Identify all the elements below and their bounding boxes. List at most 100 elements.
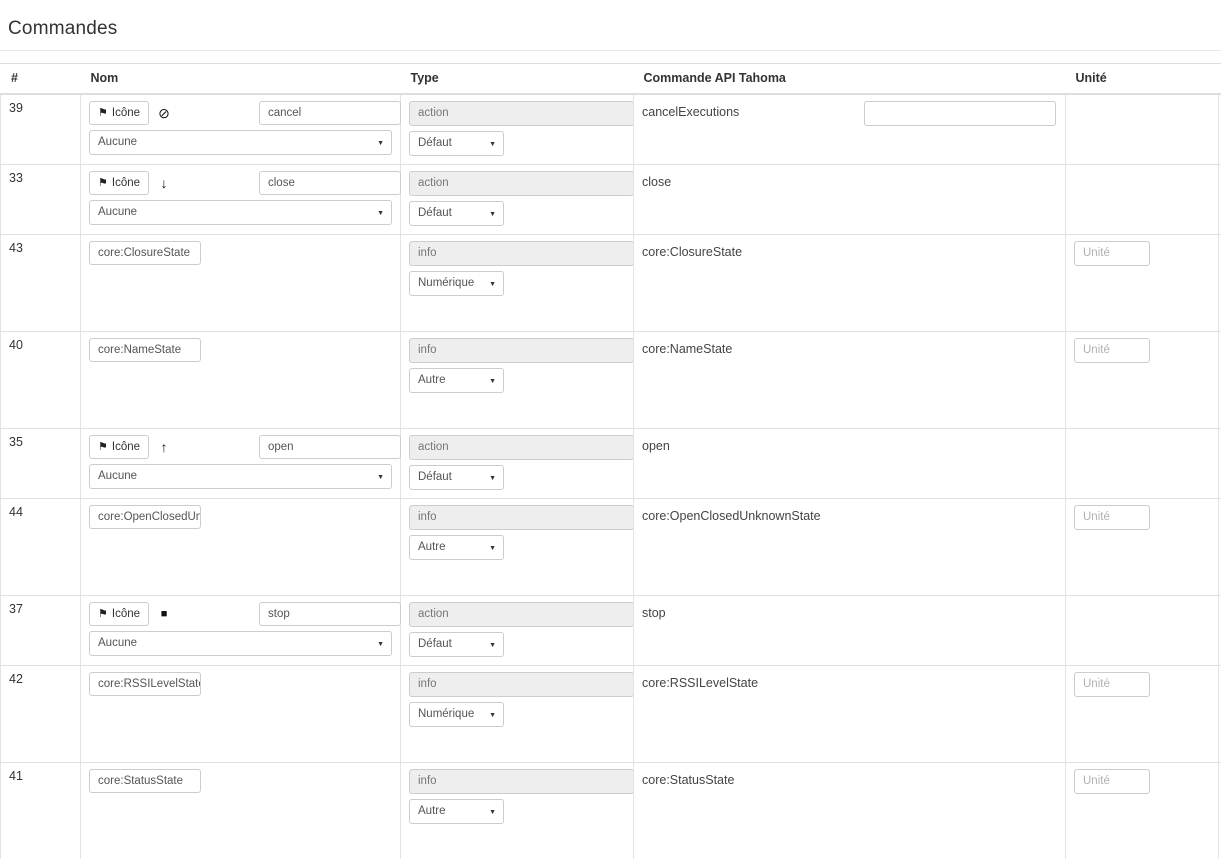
api-command-row: core:ClosureState: [642, 241, 1057, 266]
unit-input[interactable]: Unité: [1074, 672, 1150, 697]
linked-state-select[interactable]: Aucune: [89, 200, 392, 225]
table-row: 33 ⚑Icône ↓ close Aucune action Défaut close: [0, 164, 1221, 235]
flag-icon: ⚑: [98, 106, 108, 119]
commands-page: Commandes # Nom Type Commande API Tahoma…: [0, 0, 1221, 859]
row-id: 44: [0, 498, 81, 596]
subtype-select[interactable]: Autre: [409, 799, 504, 824]
table-row: 41 core:StatusState info Autre core:StatusSt…: [0, 762, 1221, 859]
type-cell: info Autre: [400, 331, 634, 429]
subtype-select[interactable]: Défaut: [409, 632, 504, 657]
icone-button[interactable]: ⚑ Icône: [89, 435, 150, 459]
name-cell: ⚑ Icône ⊘ cancel Aucune: [80, 94, 401, 165]
name-row-secondary: Aucune: [89, 130, 392, 155]
name-input[interactable]: close: [259, 171, 401, 195]
api-parameter-input[interactable]: [864, 101, 1056, 126]
name-cell: core:OpenClosedUnk: [80, 498, 401, 596]
subtype-select[interactable]: Autre: [409, 535, 504, 560]
api-command-row: close: [642, 171, 1057, 196]
ban-icon: ⊘: [158, 105, 170, 121]
type-cell: action Défaut: [400, 428, 634, 499]
name-row-primary: core:NameState: [89, 338, 401, 362]
icone-button[interactable]: ⚑ Icône: [89, 101, 150, 125]
type-readonly-field: action: [409, 171, 634, 196]
unit-input[interactable]: Unité: [1074, 338, 1150, 363]
name-row-primary: ⚑ Icône ■ stop: [89, 602, 401, 626]
row-id: 39: [0, 94, 81, 165]
type-readonly-field: action: [409, 101, 634, 126]
api-command-row: core:RSSILevelState: [642, 672, 1057, 697]
type-readonly-field: info: [409, 338, 634, 363]
column-header-unite: Unité: [1065, 63, 1219, 95]
name-input[interactable]: cancel: [259, 101, 401, 125]
table-row: 35 ⚑Icône ↑ open Aucune action Défaut open: [0, 428, 1221, 499]
icone-button[interactable]: ⚑ Icône: [89, 602, 150, 626]
row-id: 37: [0, 595, 81, 666]
icone-button[interactable]: ⚑ Icône: [89, 171, 150, 195]
name-row-primary: core:StatusState: [89, 769, 401, 793]
icone-button-label: Icône: [111, 177, 141, 189]
row-id: 41: [0, 762, 81, 859]
api-command-label: core:RSSILevelState: [642, 676, 759, 690]
api-command-label: core:StatusState: [642, 773, 735, 787]
type-cell: action Défaut: [400, 94, 634, 165]
api-command-label: close: [642, 175, 672, 189]
unit-input[interactable]: Unité: [1074, 769, 1150, 794]
name-row-primary: ⚑ Icône ↓ close: [89, 171, 401, 195]
unit-cell: Unité: [1065, 665, 1219, 763]
api-command-label: stop: [642, 606, 666, 620]
name-input[interactable]: open: [259, 435, 401, 459]
subtype-row: Numérique: [409, 702, 625, 727]
type-cell: action Défaut: [400, 164, 634, 235]
unit-cell: Unité: [1065, 762, 1219, 859]
unit-cell: Unité: [1065, 498, 1219, 596]
linked-state-select[interactable]: Aucune: [89, 464, 392, 489]
subtype-row: Autre: [409, 368, 625, 393]
name-cell: core:ClosureState: [80, 234, 401, 332]
type-readonly-field: info: [409, 672, 634, 697]
icone-button-label: Icône: [111, 441, 141, 453]
type-cell: info Numérique: [400, 665, 634, 763]
table-row: 37 ⚑Icône ■ stop Aucune action Défaut stop: [0, 595, 1221, 666]
linked-state-select[interactable]: Aucune: [89, 130, 392, 155]
name-row-primary: core:OpenClosedUnk: [89, 505, 401, 529]
row-id: 40: [0, 331, 81, 429]
table-header-row: # Nom Type Commande API Tahoma Unité Par…: [0, 63, 1221, 95]
page-title: Commandes: [8, 18, 118, 39]
name-input[interactable]: core:StatusState: [89, 769, 201, 793]
subtype-select[interactable]: Numérique: [409, 271, 504, 296]
icone-button-label: Icône: [111, 608, 141, 620]
api-command-cell: core:OpenClosedUnknownState: [633, 498, 1066, 596]
subtype-select[interactable]: Défaut: [409, 131, 504, 156]
linked-state-select[interactable]: Aucune: [89, 631, 392, 656]
name-input[interactable]: core:OpenClosedUnk: [89, 505, 201, 529]
api-command-cell: core:RSSILevelState: [633, 665, 1066, 763]
table-row: 39 ⚑Icône ⊘ cancel Aucune action Défaut cancelE…: [0, 94, 1221, 165]
api-command-cell: core:NameState: [633, 331, 1066, 429]
name-input[interactable]: core:ClosureState: [89, 241, 201, 265]
subtype-select[interactable]: Autre: [409, 368, 504, 393]
table-row: 44 core:OpenClosedUnk info Autre core:OpenCl…: [0, 498, 1221, 596]
unit-cell: Unité: [1065, 234, 1219, 332]
name-cell: ⚑ Icône ■ stop Aucune: [80, 595, 401, 666]
subtype-select[interactable]: Défaut: [409, 465, 504, 490]
subtype-select[interactable]: Numérique: [409, 702, 504, 727]
api-command-row: core:OpenClosedUnknownState: [642, 505, 1057, 530]
name-input[interactable]: core:RSSILevelState: [89, 672, 201, 696]
subtype-select[interactable]: Défaut: [409, 201, 504, 226]
flag-icon: ⚑: [98, 176, 108, 189]
api-command-row: core:StatusState: [642, 769, 1057, 794]
row-id: 42: [0, 665, 81, 763]
unit-input[interactable]: Unité: [1074, 505, 1150, 530]
name-input[interactable]: stop: [259, 602, 401, 626]
table-row: 40 core:NameState info Autre core:NameState U…: [0, 331, 1221, 429]
row-id: 43: [0, 234, 81, 332]
api-command-cell: core:ClosureState: [633, 234, 1066, 332]
row-id: 33: [0, 164, 81, 235]
type-cell: info Autre: [400, 498, 634, 596]
api-command-row: cancelExecutions: [642, 101, 1057, 126]
column-header-id: #: [0, 63, 81, 95]
name-input[interactable]: core:NameState: [89, 338, 201, 362]
subtype-row: Défaut: [409, 131, 625, 156]
unit-input[interactable]: Unité: [1074, 241, 1150, 266]
type-cell: action Défaut: [400, 595, 634, 666]
